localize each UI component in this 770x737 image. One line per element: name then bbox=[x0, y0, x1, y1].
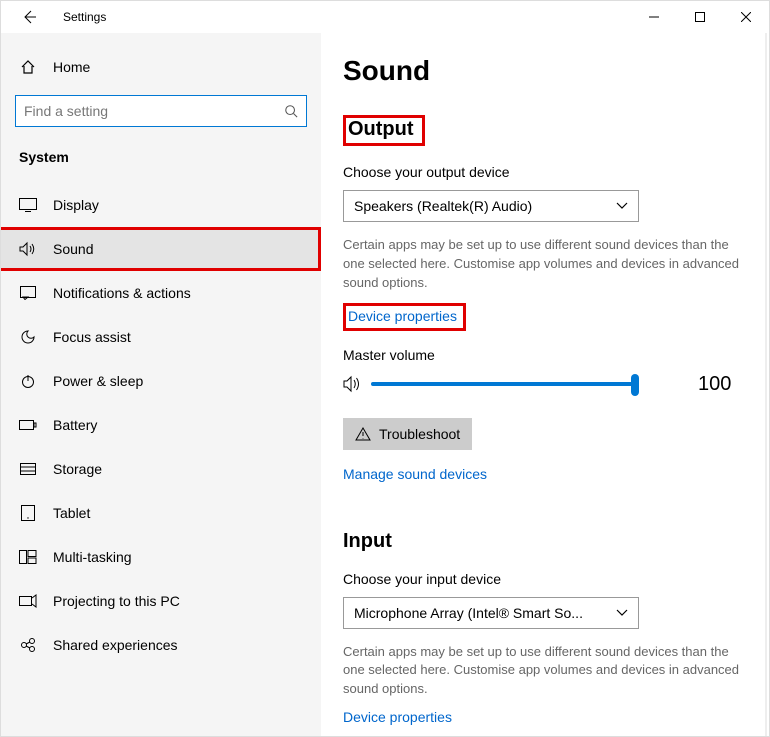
minimize-icon bbox=[649, 12, 659, 22]
sound-icon bbox=[19, 240, 37, 258]
nav-label: Projecting to this PC bbox=[53, 593, 180, 609]
input-heading: Input bbox=[343, 530, 392, 553]
nav-item-notifications[interactable]: Notifications & actions bbox=[1, 271, 321, 315]
nav-item-power-sleep[interactable]: Power & sleep bbox=[1, 359, 321, 403]
nav-item-storage[interactable]: Storage bbox=[1, 447, 321, 491]
back-button[interactable] bbox=[13, 1, 45, 33]
nav-label: Notifications & actions bbox=[53, 285, 191, 301]
nav-label: Multi-tasking bbox=[53, 549, 132, 565]
sidebar: Home System Display Sound bbox=[1, 33, 321, 736]
troubleshoot-label: Troubleshoot bbox=[379, 426, 460, 442]
arrow-left-icon bbox=[21, 9, 37, 25]
page-title: Sound bbox=[343, 55, 745, 87]
nav-item-display[interactable]: Display bbox=[1, 183, 321, 227]
chevron-down-icon bbox=[616, 202, 628, 210]
tablet-icon bbox=[19, 504, 37, 522]
input-device-dropdown[interactable]: Microphone Array (Intel® Smart So... bbox=[343, 597, 639, 629]
scrollbar[interactable] bbox=[765, 33, 767, 736]
maximize-icon bbox=[695, 12, 705, 22]
close-icon bbox=[741, 12, 751, 22]
home-icon bbox=[19, 58, 37, 76]
nav-label: Battery bbox=[53, 417, 97, 433]
troubleshoot-button[interactable]: Troubleshoot bbox=[343, 418, 472, 450]
output-help-text: Certain apps may be set up to use differ… bbox=[343, 236, 745, 293]
minimize-button[interactable] bbox=[631, 1, 677, 33]
nav-item-shared-experiences[interactable]: Shared experiences bbox=[1, 623, 321, 667]
maximize-button[interactable] bbox=[677, 1, 723, 33]
battery-icon bbox=[19, 416, 37, 434]
nav-item-battery[interactable]: Battery bbox=[1, 403, 321, 447]
output-device-dropdown[interactable]: Speakers (Realtek(R) Audio) bbox=[343, 190, 639, 222]
output-device-properties-link[interactable]: Device properties bbox=[348, 308, 457, 324]
master-volume-label: Master volume bbox=[343, 347, 745, 363]
nav-label: Storage bbox=[53, 461, 102, 477]
storage-icon bbox=[19, 460, 37, 478]
nav-list: Display Sound Notifications & actions Fo… bbox=[1, 183, 321, 667]
display-icon bbox=[19, 196, 37, 214]
multitasking-icon bbox=[19, 548, 37, 566]
volume-icon bbox=[343, 375, 363, 393]
nav-label: Power & sleep bbox=[53, 373, 143, 389]
output-choose-label: Choose your output device bbox=[343, 164, 745, 180]
output-device-selected: Speakers (Realtek(R) Audio) bbox=[354, 198, 532, 214]
nav-label: Tablet bbox=[53, 505, 90, 521]
nav-label: Sound bbox=[53, 241, 93, 257]
window-title: Settings bbox=[63, 10, 106, 24]
volume-value: 100 bbox=[698, 373, 731, 396]
warning-icon bbox=[355, 427, 371, 441]
search-input[interactable] bbox=[24, 103, 284, 119]
focus-assist-icon bbox=[19, 328, 37, 346]
home-link[interactable]: Home bbox=[1, 47, 321, 87]
chevron-down-icon bbox=[616, 609, 628, 617]
nav-label: Focus assist bbox=[53, 329, 131, 345]
close-button[interactable] bbox=[723, 1, 769, 33]
search-icon bbox=[284, 104, 298, 118]
input-choose-label: Choose your input device bbox=[343, 571, 745, 587]
nav-label: Shared experiences bbox=[53, 637, 178, 653]
notifications-icon bbox=[19, 284, 37, 302]
projecting-icon bbox=[19, 592, 37, 610]
slider-thumb[interactable] bbox=[631, 374, 639, 396]
manage-sound-devices-link[interactable]: Manage sound devices bbox=[343, 466, 487, 482]
home-label: Home bbox=[53, 59, 90, 75]
nav-item-sound[interactable]: Sound bbox=[1, 227, 321, 271]
content-area: Sound Output Choose your output device S… bbox=[321, 33, 769, 736]
nav-item-focus-assist[interactable]: Focus assist bbox=[1, 315, 321, 359]
power-icon bbox=[19, 372, 37, 390]
nav-item-multitasking[interactable]: Multi-tasking bbox=[1, 535, 321, 579]
input-help-text: Certain apps may be set up to use differ… bbox=[343, 643, 745, 700]
volume-slider[interactable] bbox=[371, 382, 635, 386]
input-device-properties-link[interactable]: Device properties bbox=[343, 709, 452, 725]
nav-item-tablet[interactable]: Tablet bbox=[1, 491, 321, 535]
shared-icon bbox=[19, 636, 37, 654]
output-heading: Output bbox=[348, 118, 414, 141]
nav-label: Display bbox=[53, 197, 99, 213]
category-heading: System bbox=[1, 135, 321, 175]
search-input-container[interactable] bbox=[15, 95, 307, 127]
input-device-selected: Microphone Array (Intel® Smart So... bbox=[354, 605, 583, 621]
nav-item-projecting[interactable]: Projecting to this PC bbox=[1, 579, 321, 623]
